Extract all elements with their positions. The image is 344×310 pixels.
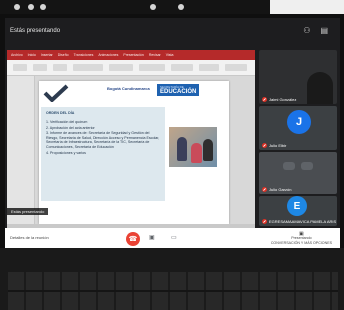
chat-icon[interactable]: ▤ [320, 26, 328, 35]
presenting-status: Estás presentando [10, 28, 61, 34]
indicator-light [28, 4, 34, 10]
ribbon-button[interactable] [73, 64, 103, 71]
ribbon-button[interactable] [199, 64, 219, 71]
ribbon-tab[interactable]: Animaciones [98, 53, 118, 57]
present-controls[interactable]: ▣ Presentando CONVERSACIÓN Y MÁS OPCIONE… [270, 231, 332, 245]
participant-tile[interactable]: J Julio Elbir [259, 106, 337, 150]
participant-video [307, 72, 333, 104]
mic-off-icon [262, 97, 267, 102]
meeting-details-link[interactable]: Detalles de la reunión [10, 235, 49, 240]
ribbon-tab[interactable]: Diseño [58, 53, 69, 57]
ribbon-tab[interactable]: Vista [166, 53, 174, 57]
current-slide: Bogotá Cundinamarca SECRETARÍA DE EDUCAC… [39, 81, 229, 224]
ribbon-tab[interactable]: Presentación [123, 53, 143, 57]
mic-off-icon [262, 219, 267, 224]
meeting-toolbar: Detalles de la reunión ☎ ▣ ▭ ▣ Presentan… [5, 228, 340, 248]
ribbon-toolbar [7, 60, 255, 76]
agenda-item: 4. Proposiciones y varios [46, 150, 86, 155]
camera-icon[interactable]: ▣ [149, 234, 155, 241]
indicator-light [150, 4, 156, 10]
indicator-light [14, 4, 20, 10]
powerpoint-ribbon-tabs: Archivo Inicio Insertar Diseño Transicio… [7, 50, 255, 60]
participant-name-label: Jaimi González [269, 97, 297, 102]
slide-thumbnails-pane[interactable] [7, 76, 35, 228]
government-logo-text: Bogotá Cundinamarca [107, 86, 150, 91]
participant-name: Julio Elbir [262, 143, 286, 148]
keyboard-row-gap [8, 290, 338, 292]
captions-icon[interactable]: ▭ [171, 234, 177, 241]
participant-name: EGRESAMAAMAVICA PAMELA ARIS [262, 219, 336, 224]
ribbon-tab[interactable]: Transiciones [74, 53, 94, 57]
education-logo-big: EDUCACIÓN [160, 89, 197, 95]
participant-tile[interactable]: E EGRESAMAAMAVICA PAMELA ARIS [259, 196, 337, 226]
avatar: J [287, 110, 311, 134]
call-end-icon[interactable]: ☎ [126, 232, 140, 246]
ribbon-tab[interactable]: Archivo [11, 53, 23, 57]
shared-screen: Archivo Inicio Insertar Diseño Transicio… [7, 50, 255, 228]
ribbon-button[interactable] [139, 64, 165, 71]
agenda-item: 1. Verificación del quórum [46, 120, 88, 124]
ribbon-tab[interactable]: Insertar [41, 53, 53, 57]
mic-off-icon [262, 187, 267, 192]
ribbon-button[interactable] [53, 64, 67, 71]
participant-name-label: Julio Garzón [269, 187, 292, 192]
participant-name-label: Julio Elbir [269, 143, 287, 148]
present-label: Presentando [291, 236, 312, 241]
participant-name: Jaimi González [262, 97, 296, 102]
agenda-box: ORDEN DEL DÍA 1. Verificación del quórum… [41, 107, 165, 201]
ribbon-button[interactable] [171, 64, 193, 71]
mic-icon[interactable] [283, 162, 295, 170]
people-icon[interactable]: ⚇ [303, 26, 310, 35]
agenda-item: 3. Informe de avances de: Secretaría de … [46, 131, 160, 149]
agenda-title: ORDEN DEL DÍA [46, 111, 75, 115]
camera-icon[interactable] [301, 162, 313, 170]
checkmark-logo-icon [43, 84, 69, 102]
ribbon-tab[interactable]: Revisar [149, 53, 161, 57]
slide-header: Bogotá Cundinamarca SECRETARÍA DE EDUCAC… [39, 81, 229, 103]
education-logo: SECRETARÍA DE EDUCACIÓN [157, 84, 200, 96]
background-wall [270, 0, 344, 14]
avatar: E [287, 196, 307, 216]
participant-name-label: EGRESAMAAMAVICA PAMELA ARIS [269, 219, 337, 224]
ribbon-button[interactable] [33, 64, 47, 71]
indicator-light [40, 4, 46, 10]
students-photo [169, 127, 217, 167]
ribbon-tab[interactable]: Inicio [28, 53, 36, 57]
presenter-tag: Estás presentando [7, 208, 49, 215]
ribbon-button[interactable] [13, 64, 27, 71]
agenda-item: 2. Aprobación del acta anterior [46, 125, 95, 130]
indicator-light [178, 4, 184, 10]
ribbon-button[interactable] [109, 64, 133, 71]
laptop-screen: Estás presentando ⚇ ▤ Archivo Inicio Ins… [5, 18, 340, 248]
government-logo: Bogotá Cundinamarca [107, 86, 150, 91]
participant-tile[interactable]: Jaimi González [259, 50, 337, 104]
participant-tile[interactable]: Julio Garzón [259, 152, 337, 194]
ribbon-button[interactable] [225, 64, 247, 71]
header-actions: ⚇ ▤ [303, 26, 328, 35]
mic-off-icon [262, 143, 267, 148]
self-view-controls [283, 162, 313, 170]
more-options-label: CONVERSACIÓN Y MÁS OPCIONES [270, 240, 332, 245]
participant-name: Julio Garzón [262, 187, 291, 192]
